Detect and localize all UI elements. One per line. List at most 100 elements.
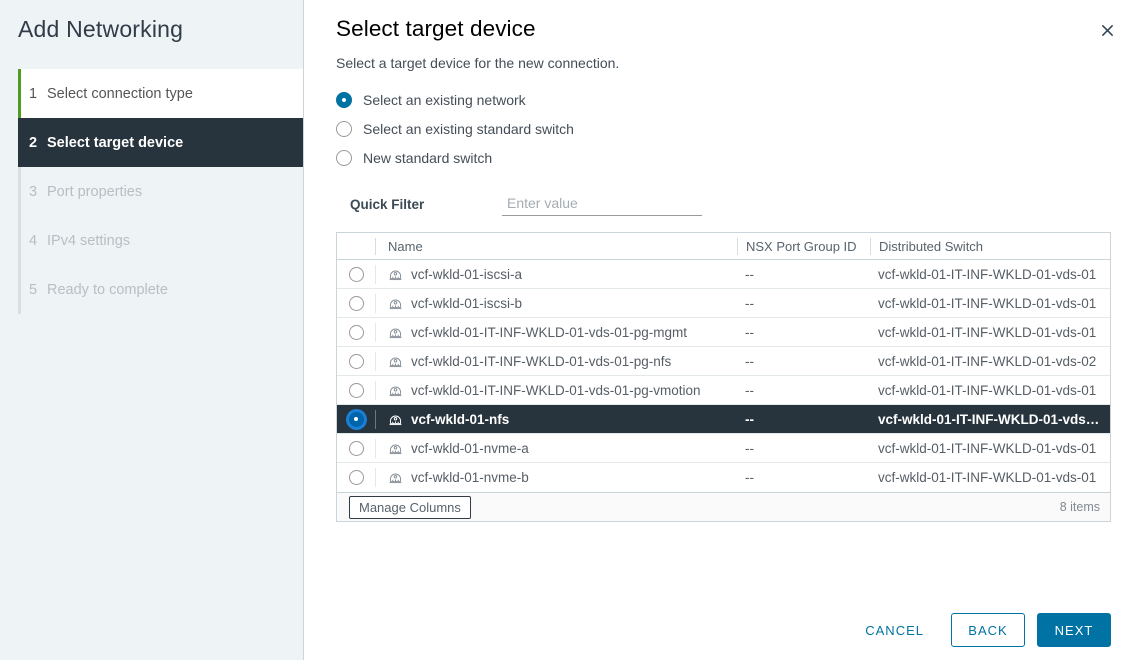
- radio-option-2[interactable]: New standard switch: [336, 143, 1111, 172]
- quick-filter-input[interactable]: [502, 193, 702, 216]
- network-port-group-icon: [388, 383, 403, 398]
- network-port-group-icon: [388, 412, 403, 427]
- row-dvs-cell: vcf-wkld-01-IT-INF-WKLD-01-vds-01: [870, 441, 1110, 456]
- row-dvs-cell: vcf-wkld-01-IT-INF-WKLD-01-vds-01: [870, 267, 1110, 282]
- radio-option-1[interactable]: Select an existing standard switch: [336, 114, 1111, 143]
- table-row[interactable]: vcf-wkld-01-nfs--vcf-wkld-01-IT-INF-WKLD…: [337, 405, 1110, 434]
- row-name-cell: vcf-wkld-01-nvme-a: [375, 439, 737, 458]
- row-nsx-text: --: [745, 325, 754, 340]
- row-nsx-text: --: [745, 296, 754, 311]
- table-row[interactable]: vcf-wkld-01-nvme-a -- vcf-wkld-01-IT-INF-W…: [337, 434, 1110, 463]
- step-label: IPv4 settings: [47, 233, 130, 249]
- row-name-cell: vcf-wkld-01-IT-INF-WKLD-01-vds-01-pg-vmo…: [375, 381, 737, 400]
- sidebar-step-4[interactable]: 4IPv4 settings: [18, 216, 303, 265]
- column-header-distributed-switch[interactable]: Distributed Switch: [870, 238, 1110, 255]
- row-name-cell: vcf-wkld-01-IT-INF-WKLD-01-vds-01-pg-nfs: [375, 352, 737, 371]
- manage-columns-button[interactable]: Manage Columns: [349, 496, 471, 519]
- table-row[interactable]: vcf-wkld-01-IT-INF-WKLD-01-vds-01-pg-nfs…: [337, 347, 1110, 376]
- row-nsx-text: --: [745, 354, 754, 369]
- row-name-cell: vcf-wkld-01-iscsi-a: [375, 265, 737, 284]
- items-count-label: 8 items: [1060, 500, 1100, 514]
- step-label: Port properties: [47, 184, 142, 200]
- row-radio-button[interactable]: [349, 325, 364, 340]
- row-nsx-cell: --: [737, 383, 870, 398]
- cancel-button[interactable]: CANCEL: [850, 613, 939, 647]
- sidebar-step-5[interactable]: 5Ready to complete: [18, 265, 303, 314]
- wizard-title: Add Networking: [0, 14, 303, 44]
- row-nsx-cell: --: [737, 354, 870, 369]
- close-icon[interactable]: [1094, 17, 1120, 43]
- wizard-step-list: 1 Select connection type 2Select target de…: [18, 69, 303, 314]
- radio-indicator[interactable]: [336, 121, 352, 137]
- network-port-group-icon: [388, 296, 403, 311]
- row-select-cell[interactable]: [337, 441, 375, 456]
- table-row[interactable]: vcf-wkld-01-iscsi-b -- vcf-wkld-01-IT-INF-…: [337, 289, 1110, 318]
- sidebar-step-1[interactable]: 1 Select connection type: [18, 69, 303, 118]
- network-port-group-icon: [388, 441, 403, 456]
- row-dvs-text: vcf-wkld-01-IT-INF-WKLD-01-vds-01: [878, 296, 1096, 311]
- row-radio-button[interactable]: [349, 296, 364, 311]
- step-label: Select connection type: [47, 86, 193, 102]
- row-radio-button[interactable]: [349, 267, 364, 282]
- radio-indicator[interactable]: [336, 92, 352, 108]
- row-name-text: vcf-wkld-01-iscsi-a: [411, 267, 522, 282]
- row-radio-button[interactable]: [349, 441, 364, 456]
- radio-label: Select an existing standard switch: [363, 121, 574, 137]
- sidebar-step-3[interactable]: 3 Port properties: [18, 167, 303, 216]
- row-dvs-cell: vcf-wkld-01-IT-INF-WKLD-01-vds-01: [870, 296, 1110, 311]
- row-select-cell[interactable]: [337, 296, 375, 311]
- row-select-cell[interactable]: [337, 383, 375, 398]
- table-row[interactable]: vcf-wkld-01-nvme-b--vcf-wkld-01-IT-INF-W…: [337, 463, 1110, 492]
- sidebar-step-2[interactable]: 2Select target device: [18, 118, 303, 167]
- network-port-group-icon: [388, 325, 403, 340]
- row-select-cell[interactable]: [337, 412, 375, 427]
- row-nsx-cell: --: [737, 441, 870, 456]
- step-number: 3: [29, 184, 37, 200]
- row-radio-button[interactable]: [349, 354, 364, 369]
- radio-option-0[interactable]: Select an existing network: [336, 85, 1111, 114]
- row-nsx-cell: --: [737, 325, 870, 340]
- row-dvs-text: vcf-wkld-01-IT-INF-WKLD-01-vds-02: [878, 354, 1096, 369]
- table-row[interactable]: vcf-wkld-01-iscsi-a -- vcf-wkld-01-IT-INF-…: [337, 260, 1110, 289]
- table-row[interactable]: vcf-wkld-01-IT-INF-WKLD-01-vds-01-pg-mgm…: [337, 318, 1110, 347]
- row-name-text: vcf-wkld-01-IT-INF-WKLD-01-vds-01-pg-nfs: [411, 354, 671, 369]
- row-name-text: vcf-wkld-01-IT-INF-WKLD-01-vds-01-pg-mgm…: [411, 325, 687, 340]
- row-radio-button[interactable]: [349, 412, 364, 427]
- row-name-cell: vcf-wkld-01-nvme-b: [375, 468, 737, 487]
- row-nsx-text: --: [745, 412, 754, 427]
- table-footer: Manage Columns 8 items: [337, 492, 1110, 521]
- row-select-cell[interactable]: [337, 354, 375, 369]
- row-nsx-text: --: [745, 267, 754, 282]
- row-dvs-text: vcf-wkld-01-IT-INF-WKLD-01-vds-01: [878, 441, 1096, 456]
- column-header-nsx-port-group-id[interactable]: NSX Port Group ID: [737, 238, 870, 255]
- table-row[interactable]: vcf-wkld-01-IT-INF-WKLD-01-vds-01-pg-vmo…: [337, 376, 1110, 405]
- row-select-cell[interactable]: [337, 267, 375, 282]
- row-name-text: vcf-wkld-01-iscsi-b: [411, 296, 522, 311]
- row-select-cell[interactable]: [337, 470, 375, 485]
- row-nsx-text: --: [745, 383, 754, 398]
- page-title: Select target device: [336, 14, 1111, 44]
- row-select-cell[interactable]: [337, 325, 375, 340]
- next-button[interactable]: NEXT: [1037, 613, 1111, 647]
- row-name-cell: vcf-wkld-01-nfs: [375, 410, 737, 429]
- row-dvs-text: vcf-wkld-01-IT-INF-WKLD-01-vds-01: [878, 267, 1096, 282]
- step-number: 1: [29, 86, 37, 102]
- row-radio-button[interactable]: [349, 383, 364, 398]
- column-header-name[interactable]: Name: [375, 238, 737, 255]
- network-port-group-icon: [388, 470, 403, 485]
- step-number: 2: [29, 135, 37, 151]
- back-button[interactable]: BACK: [951, 613, 1025, 647]
- row-name-text: vcf-wkld-01-nvme-b: [411, 470, 529, 485]
- row-name-text: vcf-wkld-01-nvme-a: [411, 441, 529, 456]
- row-name-text: vcf-wkld-01-nfs: [411, 412, 509, 427]
- row-name-text: vcf-wkld-01-IT-INF-WKLD-01-vds-01-pg-vmo…: [411, 383, 701, 398]
- row-name-cell: vcf-wkld-01-iscsi-b: [375, 294, 737, 313]
- row-dvs-cell: vcf-wkld-01-IT-INF-WKLD-01-vds-02: [870, 354, 1110, 369]
- radio-indicator[interactable]: [336, 150, 352, 166]
- step-number: 5: [29, 282, 37, 298]
- row-nsx-cell: --: [737, 267, 870, 282]
- row-dvs-cell: vcf-wkld-01-IT-INF-WKLD-01-vds-01: [870, 470, 1110, 485]
- row-nsx-cell: --: [737, 412, 870, 427]
- row-dvs-text: vcf-wkld-01-IT-INF-WKLD-01-vds-01: [878, 383, 1096, 398]
- row-radio-button[interactable]: [349, 470, 364, 485]
